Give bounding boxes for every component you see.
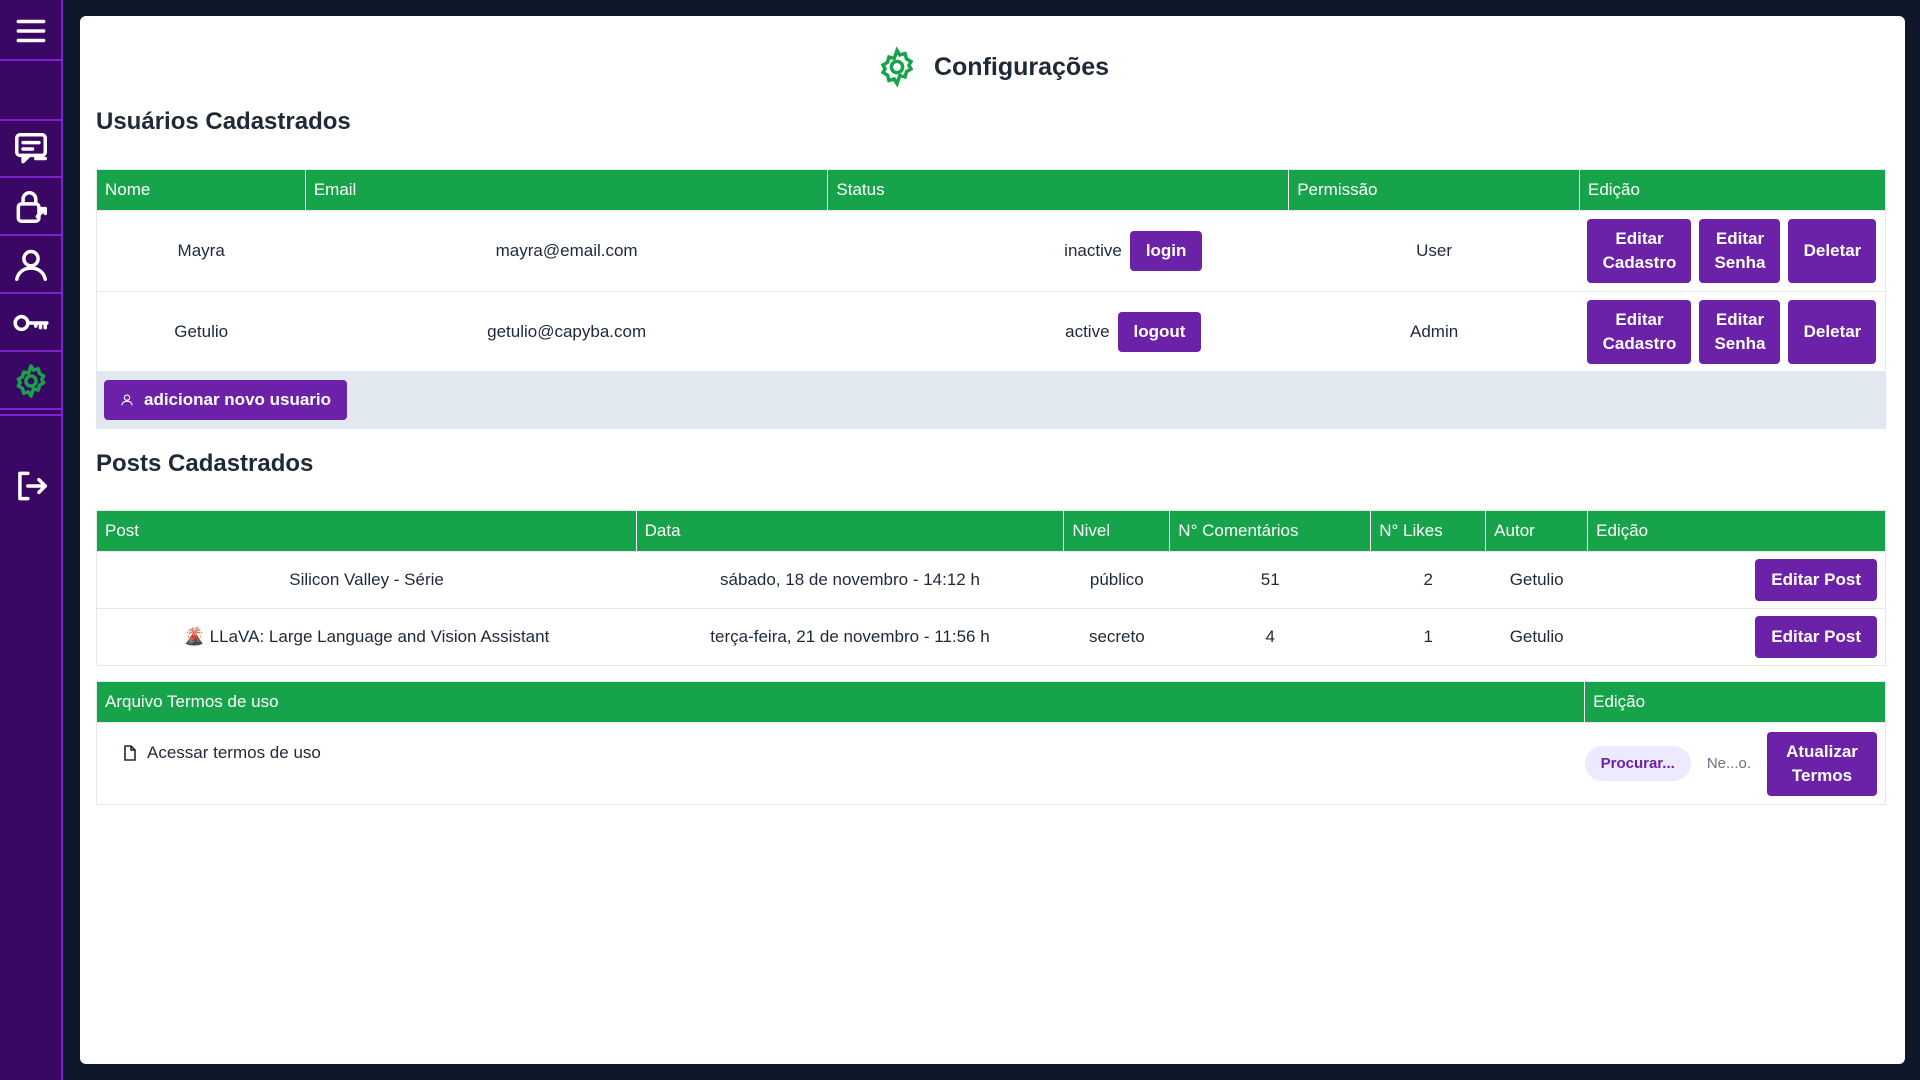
sidebar-item-settings[interactable] [0, 354, 61, 410]
post-date: terça-feira, 21 de novembro - 11:56 h [636, 608, 1064, 666]
sidebar-item-security[interactable] [0, 180, 61, 236]
column-header: Autor [1485, 510, 1589, 552]
users-table-header: Nome Email Status Permissão Edição [96, 169, 1886, 211]
posts-table: Post Data Nivel N° Comentários N° Likes … [96, 510, 1886, 666]
gear-icon [16, 364, 45, 398]
main-panel: Configurações Usuários Cadastrados Nome … [80, 16, 1905, 1064]
page-header: Configurações [80, 46, 1905, 88]
posts-table-header: Post Data Nivel N° Comentários N° Likes … [96, 510, 1886, 552]
sidebar-item-chat[interactable] [0, 122, 61, 178]
user-permission: User [1288, 210, 1580, 292]
post-likes: 1 [1370, 608, 1486, 666]
sidebar-item-logout[interactable] [0, 458, 61, 514]
column-header: Nome [96, 169, 306, 211]
user-email: mayra@email.com [305, 210, 828, 292]
column-header: Edição [1587, 510, 1886, 552]
post-date: sábado, 18 de novembro - 14:12 h [636, 551, 1064, 609]
delete-button[interactable]: Deletar [1788, 300, 1877, 364]
key-icon [12, 314, 49, 332]
column-header: Email [305, 169, 829, 211]
edit-post-button[interactable]: Editar Post [1755, 616, 1877, 658]
post-level: secreto [1063, 608, 1170, 666]
terms-table: Arquivo Termos de uso Edição Acessar ter… [96, 681, 1886, 805]
column-header: Data [636, 510, 1065, 552]
user-permission: Admin [1288, 291, 1580, 373]
delete-button[interactable]: Deletar [1788, 219, 1877, 283]
user-icon [14, 249, 47, 281]
edit-password-button[interactable]: Editar Senha [1699, 300, 1781, 364]
terms-table-header: Arquivo Termos de uso Edição [96, 681, 1886, 723]
add-user-row: adicionar novo usuario [96, 371, 1886, 429]
edit-register-button[interactable]: Editar Cadastro [1587, 219, 1692, 283]
terms-link[interactable]: Acessar termos de uso [97, 723, 1585, 763]
logout-button[interactable]: logout [1117, 312, 1202, 352]
column-header: N° Likes [1370, 510, 1487, 552]
users-table: Nome Email Status Permissão Edição Mayra… [96, 169, 1886, 373]
lock-icon [16, 191, 47, 223]
posts-section-title: Posts Cadastrados [96, 450, 314, 477]
logout-icon [17, 471, 47, 501]
sidebar-item-profile[interactable] [0, 238, 61, 294]
table-row: Getulio getulio@capyba.com active logout… [96, 291, 1886, 373]
post-comments: 4 [1169, 608, 1371, 666]
user-name: Mayra [96, 210, 306, 292]
user-status: inactive [1064, 241, 1122, 260]
menu-icon [16, 19, 45, 43]
edit-post-button[interactable]: Editar Post [1755, 559, 1877, 601]
table-row: 🌋 LLaVA: Large Language and Vision Assis… [96, 608, 1886, 666]
user-status: active [1065, 322, 1110, 341]
edit-password-button[interactable]: Editar Senha [1699, 219, 1781, 283]
column-header: Status [827, 169, 1290, 211]
table-row: Acessar termos de uso Procurar... Ne...o… [96, 722, 1886, 805]
chat-icon [14, 133, 47, 164]
sidebar-item-keys[interactable] [0, 296, 61, 352]
user-icon [121, 394, 133, 406]
post-title: Silicon Valley - Série [96, 551, 637, 609]
column-header: Permissão [1288, 169, 1580, 211]
add-user-label: adicionar novo usuario [144, 390, 332, 410]
selected-file-name: Ne...o. [1706, 755, 1751, 772]
page-title: Configurações [933, 52, 1110, 81]
users-section-title: Usuários Cadastrados [96, 108, 351, 135]
column-header: N° Comentários [1169, 510, 1372, 552]
column-header: Edição [1584, 681, 1886, 723]
sidebar [0, 0, 63, 1080]
edit-register-button[interactable]: Editar Cadastro [1587, 300, 1692, 364]
table-row: Silicon Valley - Série sábado, 18 de nov… [96, 551, 1886, 609]
column-header: Arquivo Termos de uso [96, 681, 1586, 723]
login-button[interactable]: login [1129, 231, 1203, 271]
browse-file-button[interactable]: Procurar... [1584, 746, 1691, 781]
post-author: Getulio [1485, 608, 1588, 666]
table-row: Mayra mayra@email.com inactive login Use… [96, 210, 1886, 292]
post-author: Getulio [1485, 551, 1588, 609]
column-header: Edição [1579, 169, 1886, 211]
user-email: getulio@capyba.com [305, 291, 828, 373]
post-title: 🌋 LLaVA: Large Language and Vision Assis… [96, 608, 637, 666]
menu-button[interactable] [0, 3, 61, 61]
post-comments: 51 [1169, 551, 1371, 609]
user-name: Getulio [96, 291, 306, 373]
column-header: Nivel [1063, 510, 1171, 552]
column-header: Post [96, 510, 637, 552]
post-level: público [1063, 551, 1170, 609]
terms-link-label: Acessar termos de uso [147, 743, 321, 762]
gear-icon [880, 46, 914, 88]
update-terms-button[interactable]: Atualizar Termos [1767, 731, 1877, 796]
add-user-button[interactable]: adicionar novo usuario [104, 380, 348, 420]
file-icon [124, 745, 136, 761]
post-likes: 2 [1370, 551, 1486, 609]
